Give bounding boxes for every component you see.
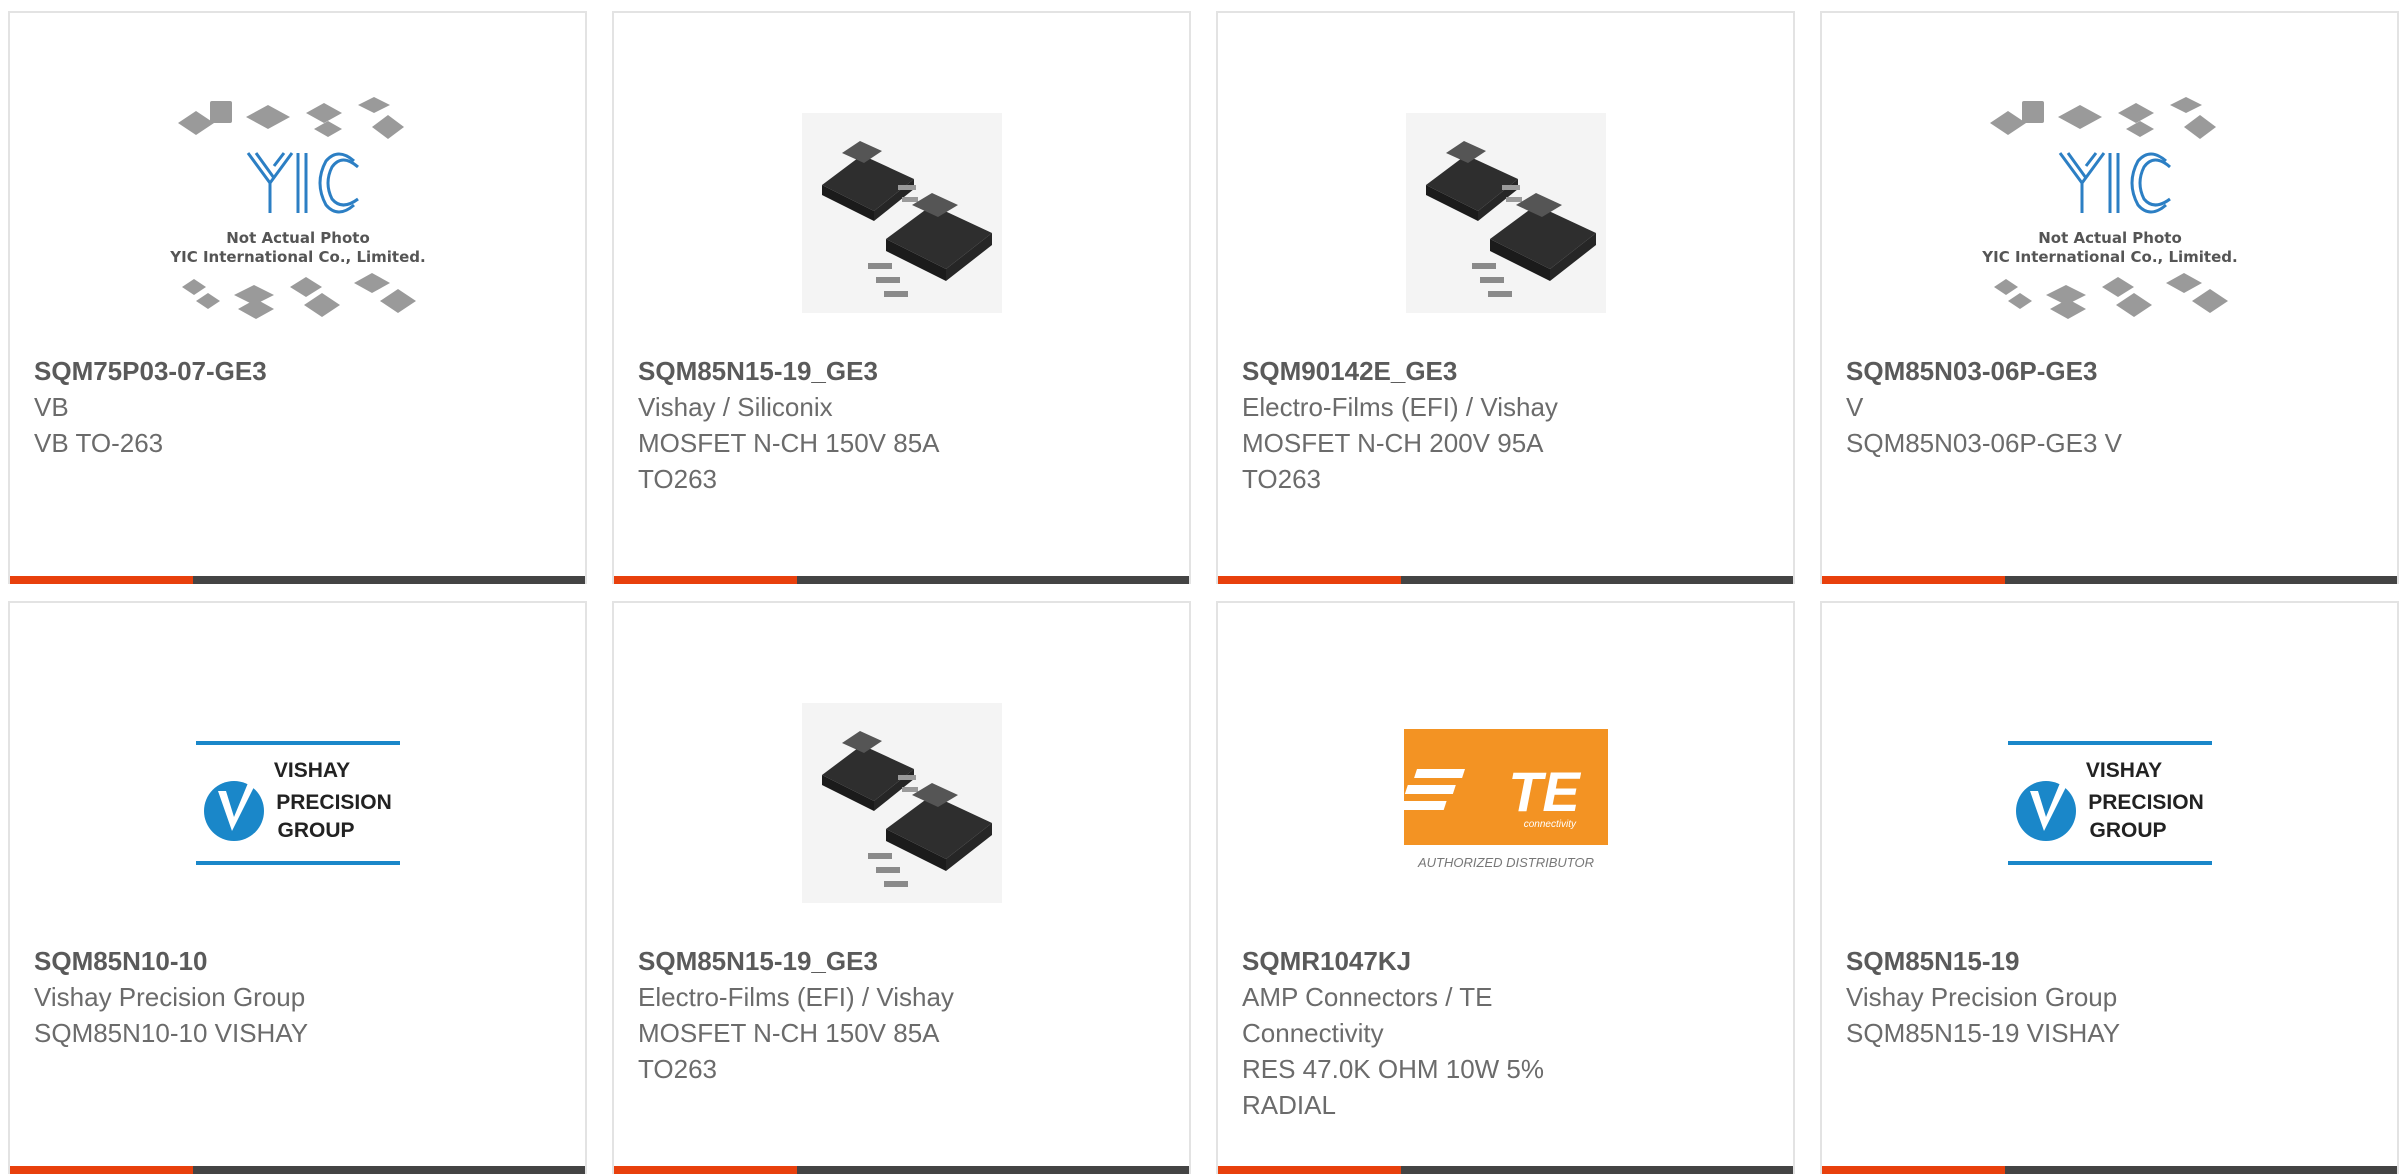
logo-line-3: GROUP: [277, 819, 354, 842]
logo-line-2: PRECISION: [276, 791, 392, 814]
product-info: SQM85N15-19 Vishay Precision Group SQM85…: [1846, 943, 2373, 1051]
product-card[interactable]: Not Actual Photo YIC International Co., …: [8, 11, 587, 584]
description: SQM85N10-10 VISHAY: [34, 1018, 309, 1048]
card-accent-bar: [10, 1166, 585, 1174]
product-info: SQM85N15-19_GE3 Vishay / Siliconix MOSFE…: [638, 353, 1165, 497]
card-accent-bar: [10, 576, 585, 584]
vishay-precision-logo-icon: VISHAY PRECISION GROUP: [195, 741, 400, 865]
part-number[interactable]: SQM85N15-19: [1846, 943, 2373, 979]
part-number[interactable]: SQM85N15-19_GE3: [638, 943, 1165, 979]
card-accent-bar: [1218, 576, 1793, 584]
description: MOSFET N-CH 150V 85A: [638, 1018, 940, 1048]
placeholder-line-1: Not Actual Photo: [2038, 229, 2182, 247]
product-image: Not Actual Photo YIC International Co., …: [1822, 63, 2397, 363]
part-number[interactable]: SQM85N10-10: [34, 943, 561, 979]
logo-line-3: GROUP: [2089, 819, 2166, 842]
description: MOSFET N-CH 200V 95A: [1242, 428, 1544, 458]
part-number[interactable]: SQM90142E_GE3: [1242, 353, 1769, 389]
to263-package-icon: [801, 113, 1002, 313]
product-card[interactable]: VISHAY PRECISION GROUP SQM85N10-10 Visha…: [8, 601, 587, 1174]
description: SQM85N15-19 VISHAY: [1846, 1018, 2121, 1048]
card-accent-bar: [1822, 576, 2397, 584]
manufacturer-cont: Connectivity: [1242, 1018, 1384, 1048]
card-accent-bar: [1822, 1166, 2397, 1174]
logo-line-1: VISHAY: [273, 759, 349, 782]
logo-line-1: VISHAY: [2085, 759, 2161, 782]
product-grid: Not Actual Photo YIC International Co., …: [8, 11, 2399, 1174]
product-image: Not Actual Photo YIC International Co., …: [10, 63, 585, 363]
package: TO263: [1242, 464, 1322, 494]
manufacturer: Vishay / Siliconix: [638, 392, 833, 422]
card-accent-bar: [1218, 1166, 1793, 1174]
yic-placeholder-icon: Not Actual Photo YIC International Co., …: [169, 97, 425, 319]
product-image: [1218, 63, 1793, 363]
manufacturer: V: [1846, 392, 1864, 422]
manufacturer: Electro-Films (EFI) / Vishay: [638, 982, 954, 1012]
vishay-precision-logo-icon: VISHAY PRECISION GROUP: [2007, 741, 2212, 865]
part-number[interactable]: SQMR1047KJ: [1242, 943, 1769, 979]
te-subtitle: connectivity: [1523, 819, 1576, 830]
product-image: VISHAY PRECISION GROUP: [1822, 653, 2397, 953]
package: TO263: [638, 464, 718, 494]
product-card[interactable]: VISHAY PRECISION GROUP SQM85N15-19 Visha…: [1820, 601, 2399, 1174]
te-wordmark: TE: [1508, 760, 1581, 823]
product-card[interactable]: Not Actual Photo YIC International Co., …: [1820, 11, 2399, 584]
product-card[interactable]: SQM90142E_GE3 Electro-Films (EFI) / Vish…: [1216, 11, 1795, 584]
manufacturer: Vishay Precision Group: [1846, 982, 2118, 1012]
manufacturer: AMP Connectors / TE: [1242, 982, 1493, 1012]
product-image: TE connectivity AUTHORIZED DISTRIBUTOR: [1218, 653, 1793, 953]
package: TO263: [638, 1054, 718, 1084]
product-image: [614, 63, 1189, 363]
logo-line-2: PRECISION: [2088, 791, 2204, 814]
part-number[interactable]: SQM75P03-07-GE3: [34, 353, 561, 389]
to263-package-icon: [1405, 113, 1606, 313]
product-card[interactable]: SQM85N15-19_GE3 Electro-Films (EFI) / Vi…: [612, 601, 1191, 1174]
card-accent-bar: [614, 576, 1189, 584]
part-number[interactable]: SQM85N15-19_GE3: [638, 353, 1165, 389]
part-number[interactable]: SQM85N03-06P-GE3: [1846, 353, 2373, 389]
manufacturer: Vishay Precision Group: [34, 982, 306, 1012]
product-info: SQM85N10-10 Vishay Precision Group SQM85…: [34, 943, 561, 1051]
product-info: SQM85N15-19_GE3 Electro-Films (EFI) / Vi…: [638, 943, 1165, 1087]
placeholder-line-1: Not Actual Photo: [226, 229, 370, 247]
placeholder-line-2: YIC International Co., Limited.: [169, 248, 425, 266]
product-info: SQM75P03-07-GE3 VB VB TO-263: [34, 353, 561, 461]
authorized-distributor-text: AUTHORIZED DISTRIBUTOR: [1417, 855, 1594, 870]
description: MOSFET N-CH 150V 85A: [638, 428, 940, 458]
product-info: SQM85N03-06P-GE3 V SQM85N03-06P-GE3 V: [1846, 353, 2373, 461]
manufacturer: VB: [34, 392, 69, 422]
product-image: VISHAY PRECISION GROUP: [10, 653, 585, 953]
product-card[interactable]: TE connectivity AUTHORIZED DISTRIBUTOR S…: [1216, 601, 1795, 1174]
description: RES 47.0K OHM 10W 5%: [1242, 1054, 1544, 1084]
package: RADIAL: [1242, 1090, 1336, 1120]
product-info: SQM90142E_GE3 Electro-Films (EFI) / Vish…: [1242, 353, 1769, 497]
description: SQM85N03-06P-GE3 V: [1846, 428, 2123, 458]
description: VB TO-263: [34, 428, 164, 458]
card-accent-bar: [614, 1166, 1189, 1174]
product-card[interactable]: SQM85N15-19_GE3 Vishay / Siliconix MOSFE…: [612, 11, 1191, 584]
manufacturer: Electro-Films (EFI) / Vishay: [1242, 392, 1558, 422]
placeholder-line-2: YIC International Co., Limited.: [1981, 248, 2237, 266]
to263-package-icon: [801, 703, 1002, 903]
te-connectivity-logo-icon: TE connectivity AUTHORIZED DISTRIBUTOR: [1403, 729, 1608, 870]
product-image: [614, 653, 1189, 953]
yic-placeholder-icon: Not Actual Photo YIC International Co., …: [1981, 97, 2237, 319]
product-info: SQMR1047KJ AMP Connectors / TE Connectiv…: [1242, 943, 1769, 1123]
